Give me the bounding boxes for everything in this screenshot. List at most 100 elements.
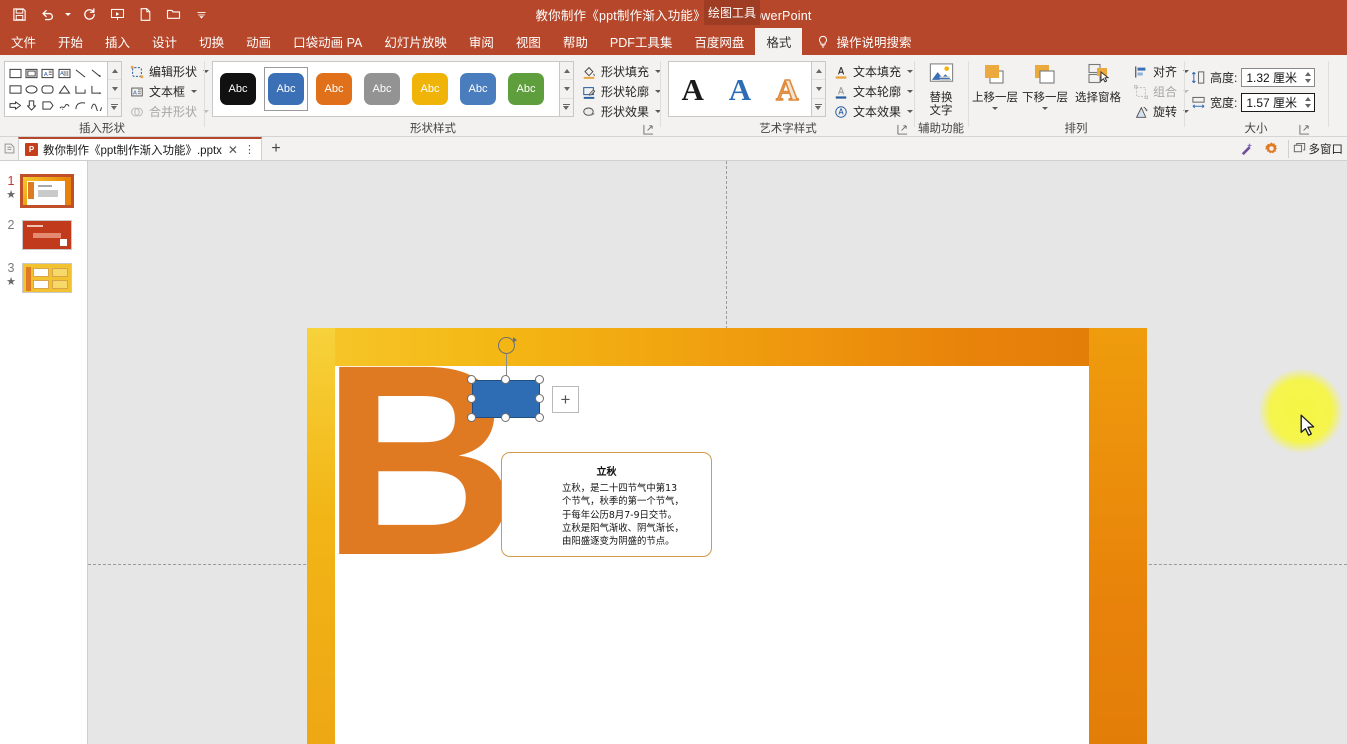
open-folder-icon[interactable]: [160, 2, 186, 26]
rotate-button[interactable]: 旋转: [1130, 102, 1192, 121]
gallery-more-icon[interactable]: [560, 99, 573, 116]
curve-shape[interactable]: [89, 97, 105, 113]
down-arrow-shape[interactable]: [23, 97, 39, 113]
shape-outline-button[interactable]: 形状轮廓: [578, 82, 664, 101]
pentagon-shape[interactable]: [40, 97, 56, 113]
start-presentation-icon[interactable]: [104, 2, 130, 26]
line-shape[interactable]: [72, 65, 88, 81]
triangle-shape[interactable]: [56, 81, 72, 97]
undo-icon[interactable]: [34, 2, 60, 26]
tab-pocket-animation[interactable]: 口袋动画 PA: [282, 28, 373, 55]
text-box-button[interactable]: A 文本框: [126, 82, 200, 101]
wordart-orange-outline[interactable]: A: [776, 74, 798, 105]
gear-icon[interactable]: [1263, 140, 1281, 158]
oval-shape[interactable]: [23, 81, 39, 97]
merge-shapes-button[interactable]: 合并形状: [126, 102, 212, 121]
gallery-scroll-down-icon[interactable]: [560, 80, 573, 98]
slide-thumbnail-2[interactable]: 2: [0, 217, 88, 261]
wordart-dialog-launcher[interactable]: [897, 124, 908, 135]
lichou-text-box[interactable]: 立秋 立秋，是二十四节气中第13 个节气，秋季的第一个节气， 于每年公历8月7-…: [501, 452, 712, 557]
slide-thumbnail-panel[interactable]: 1 ★ 2: [0, 161, 88, 744]
selection-pane-button[interactable]: 选择窗格: [1070, 60, 1126, 105]
wordart-black[interactable]: A: [681, 74, 703, 105]
gallery-scroll-up-icon[interactable]: [108, 62, 121, 80]
text-fill-button[interactable]: 文本填充: [830, 62, 916, 81]
vertical-text-shape[interactable]: A: [56, 65, 72, 81]
gallery-more-icon[interactable]: [108, 99, 121, 116]
tab-review[interactable]: 审阅: [458, 28, 505, 55]
multi-window-button[interactable]: 多窗口: [1288, 140, 1344, 158]
freeform-shape[interactable]: [56, 97, 72, 113]
elbow-arrow-shape[interactable]: [89, 81, 105, 97]
slide-thumbnail-3[interactable]: 3 ★: [0, 260, 88, 304]
gallery-scroll-down-icon[interactable]: [108, 80, 121, 98]
shape-styles-dialog-launcher[interactable]: [643, 124, 654, 135]
size-dialog-launcher[interactable]: [1299, 124, 1310, 135]
text-outline-button[interactable]: 文本轮廓: [830, 82, 916, 101]
group-button[interactable]: 组合: [1130, 82, 1192, 101]
gallery-scroll-up-icon[interactable]: [560, 62, 573, 80]
tab-bar-leading-icon[interactable]: [0, 137, 18, 160]
document-tab[interactable]: P 教你制作《ppt制作渐入功能》.pptx ✕ ⋮: [18, 137, 262, 160]
tab-file[interactable]: 文件: [0, 28, 47, 55]
text-box-shape[interactable]: A: [40, 65, 56, 81]
bring-forward-button[interactable]: 上移一层: [970, 60, 1020, 110]
rounded-rectangle-shape[interactable]: [40, 81, 56, 97]
lightbulb-icon[interactable]: [802, 28, 836, 55]
slide-canvas[interactable]: B + 立秋 立秋，是二十四节气中第13 个节气，秋季的第一个节气， 于每年公历…: [88, 161, 1347, 744]
right-arrow-shape[interactable]: [7, 97, 23, 113]
shape-style-yellow[interactable]: Abc: [408, 67, 452, 111]
arrow-line-shape[interactable]: [89, 65, 105, 81]
tab-view[interactable]: 视图: [505, 28, 552, 55]
send-backward-button[interactable]: 下移一层: [1020, 60, 1070, 110]
arc-shape[interactable]: [72, 97, 88, 113]
framed-rectangle-shape[interactable]: [23, 65, 39, 81]
add-shape-button[interactable]: +: [552, 386, 579, 413]
width-input[interactable]: 1.57 厘米: [1241, 93, 1315, 112]
tab-baidu-netdisk[interactable]: 百度网盘: [683, 28, 755, 55]
resize-handle-n[interactable]: [501, 375, 510, 384]
width-stepper[interactable]: [1303, 95, 1312, 110]
customize-qat-icon[interactable]: [188, 2, 214, 26]
shapes-gallery[interactable]: A A: [4, 61, 108, 117]
slide-editing-area[interactable]: B + 立秋 立秋，是二十四节气中第13 个节气，秋季的第一个节气， 于每年公历…: [307, 328, 1147, 744]
gallery-more-icon[interactable]: [812, 99, 825, 116]
tab-transitions[interactable]: 切换: [188, 28, 235, 55]
shape-styles-scroll[interactable]: [560, 61, 574, 117]
resize-handle-ne[interactable]: [535, 375, 544, 384]
shape-styles-gallery[interactable]: Abc Abc Abc Abc Abc Abc Abc: [212, 61, 560, 117]
tab-menu-icon[interactable]: ⋮: [244, 143, 255, 156]
new-tab-button[interactable]: +: [262, 137, 290, 160]
undo-dropdown-icon[interactable]: [62, 2, 74, 26]
resize-handle-e[interactable]: [535, 394, 544, 403]
tab-pdf-tools[interactable]: PDF工具集: [599, 28, 684, 55]
height-stepper[interactable]: [1303, 70, 1312, 85]
rectangle-shape[interactable]: [7, 65, 23, 81]
shape-style-blue-2[interactable]: Abc: [456, 67, 500, 111]
slide-thumbnail-image[interactable]: [22, 263, 72, 293]
slide-thumbnail-image[interactable]: [22, 220, 72, 250]
wordart-gallery[interactable]: A A A: [668, 61, 812, 117]
tab-animations[interactable]: 动画: [235, 28, 282, 55]
shape-style-orange[interactable]: Abc: [312, 67, 356, 111]
slide-thumbnail-1[interactable]: 1 ★: [0, 173, 88, 217]
shape-fill-button[interactable]: 形状填充: [578, 62, 664, 81]
rectangle-shape[interactable]: [7, 81, 23, 97]
resize-handle-s[interactable]: [501, 413, 510, 422]
tab-home[interactable]: 开始: [47, 28, 94, 55]
shape-style-gray[interactable]: Abc: [360, 67, 404, 111]
rotation-handle[interactable]: [498, 337, 515, 354]
edit-shape-button[interactable]: 编辑形状: [126, 62, 212, 81]
height-input[interactable]: 1.32 厘米: [1241, 68, 1315, 87]
tell-me-search[interactable]: 操作说明搜索: [836, 28, 911, 55]
tab-format[interactable]: 格式: [755, 28, 802, 55]
magic-wand-icon[interactable]: [1238, 140, 1256, 158]
close-icon[interactable]: ✕: [227, 143, 239, 157]
resize-handle-se[interactable]: [535, 413, 544, 422]
shape-effects-button[interactable]: 形状效果: [578, 102, 664, 121]
tab-slideshow[interactable]: 幻灯片放映: [373, 28, 458, 55]
resize-handle-nw[interactable]: [467, 375, 476, 384]
new-document-icon[interactable]: [132, 2, 158, 26]
align-button[interactable]: 对齐: [1130, 62, 1192, 81]
tab-help[interactable]: 帮助: [552, 28, 599, 55]
